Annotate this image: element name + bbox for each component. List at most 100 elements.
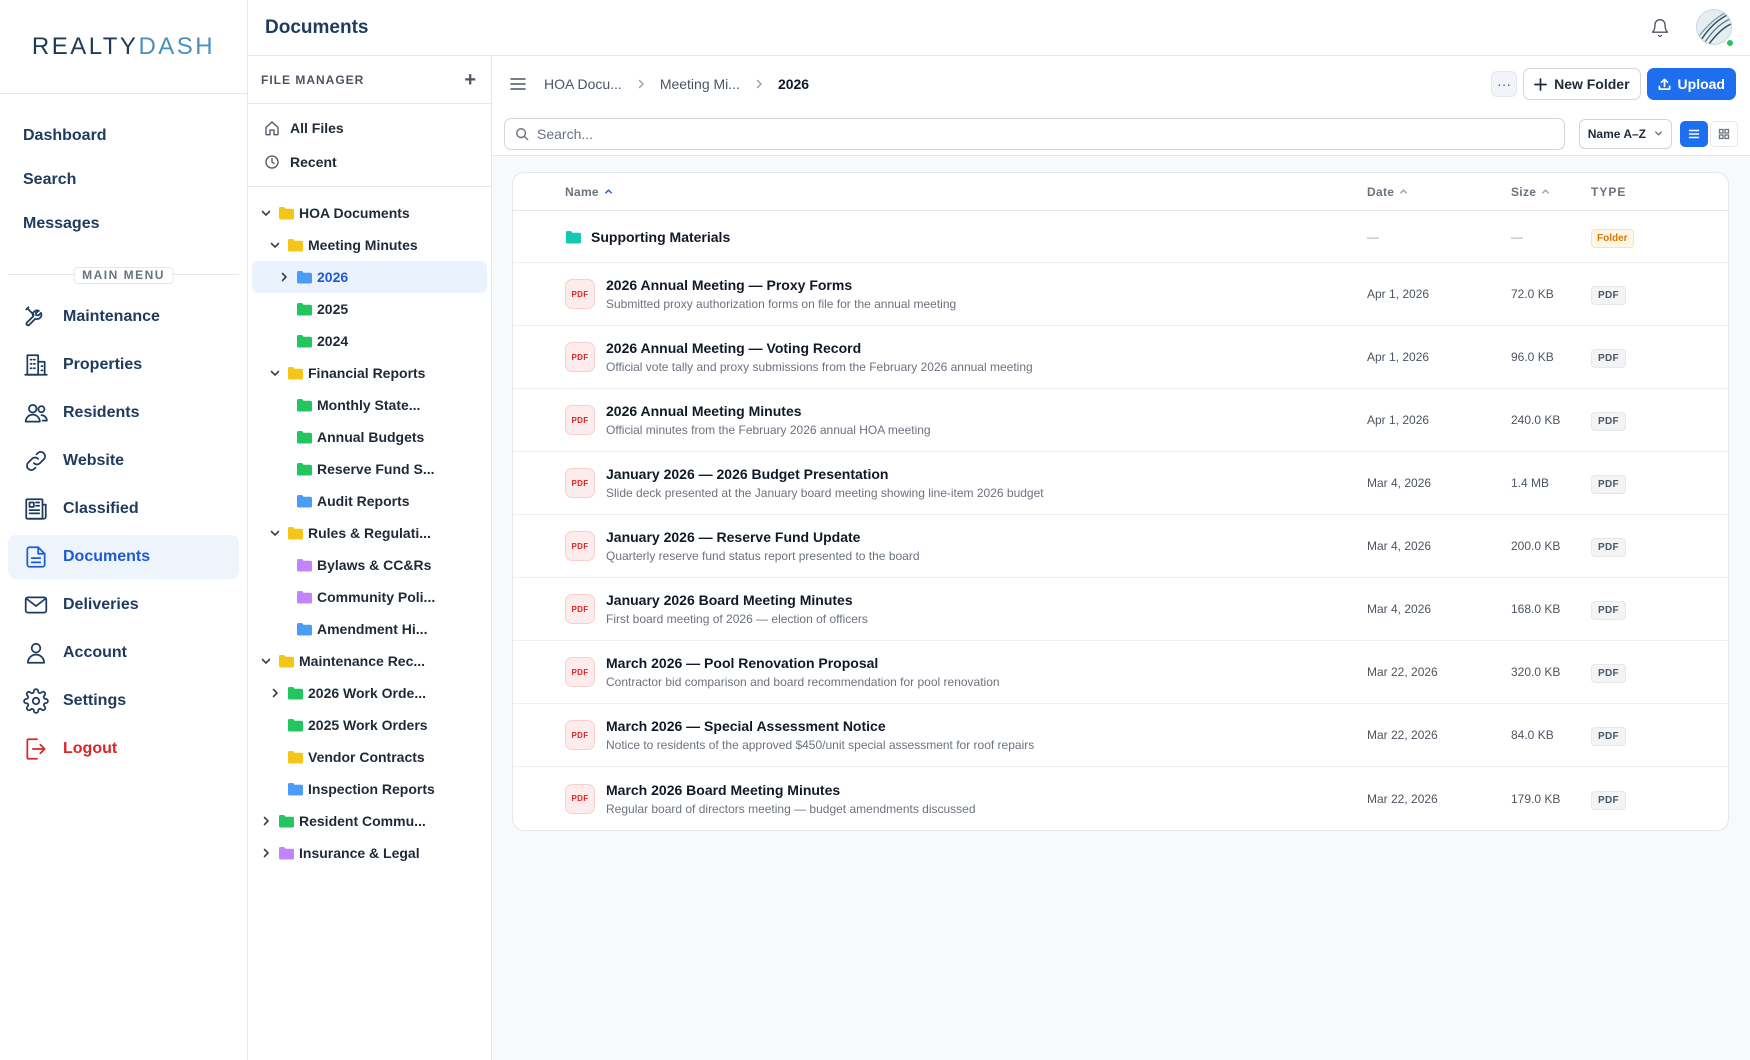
folder-icon bbox=[297, 495, 312, 508]
sort-icon bbox=[1400, 189, 1408, 194]
tree-node[interactable]: Inspection Reports bbox=[252, 773, 487, 805]
tree-node[interactable]: 2026 Work Orde... bbox=[252, 677, 487, 709]
folder-icon bbox=[288, 239, 303, 252]
tree-node-label: 2024 bbox=[317, 333, 349, 349]
file-row[interactable]: PDF January 2026 — Reserve Fund Update Qua… bbox=[513, 515, 1728, 578]
type-badge: PDF bbox=[1591, 286, 1626, 305]
file-row[interactable]: PDF March 2026 — Pool Renovation Proposal… bbox=[513, 641, 1728, 704]
nav-documents[interactable]: Documents bbox=[8, 535, 239, 579]
menu-icon[interactable] bbox=[510, 77, 526, 91]
file-row[interactable]: PDF January 2026 Board Meeting Minutes Fir… bbox=[513, 578, 1728, 641]
file-title: January 2026 — Reserve Fund Update bbox=[606, 529, 861, 545]
chevron-right-icon[interactable] bbox=[274, 267, 294, 287]
chevron-down-icon[interactable] bbox=[256, 203, 276, 223]
tree-node[interactable]: Reserve Fund S... bbox=[252, 453, 487, 485]
file-description: Regular board of directors meeting — bud… bbox=[606, 801, 976, 816]
column-name[interactable]: Name bbox=[565, 185, 1367, 199]
tree-node[interactable]: Bylaws & CC&Rs bbox=[252, 549, 487, 581]
file-description: Official minutes from the February 2026 … bbox=[606, 423, 931, 437]
all-files-link[interactable]: All Files bbox=[254, 111, 485, 145]
tree-node[interactable]: Insurance & Legal bbox=[252, 837, 487, 869]
nav-residents[interactable]: Residents bbox=[8, 391, 239, 435]
row-name: PDF 2026 Annual Meeting Minutes Official m… bbox=[513, 403, 1367, 437]
tree-node[interactable]: Rules & Regulati... bbox=[252, 517, 487, 549]
folder-icon bbox=[297, 303, 312, 316]
add-folder-icon[interactable]: + bbox=[464, 70, 477, 90]
nav-logout[interactable]: Logout bbox=[8, 727, 239, 771]
logo[interactable]: REALTY DASH bbox=[0, 0, 247, 94]
chevron-right-icon[interactable] bbox=[256, 843, 276, 863]
column-size[interactable]: Size bbox=[1511, 185, 1591, 199]
tree-node[interactable]: Meeting Minutes bbox=[252, 229, 487, 261]
tree-node[interactable]: 2026 bbox=[252, 261, 487, 293]
chevron-down-icon[interactable] bbox=[265, 363, 285, 383]
search-input[interactable] bbox=[537, 125, 1564, 142]
tree-node[interactable]: Resident Commu... bbox=[252, 805, 487, 837]
tree-node-label: Vendor Contracts bbox=[308, 749, 425, 765]
grid-view-button[interactable] bbox=[1710, 120, 1738, 147]
tree-node-label: Monthly State... bbox=[317, 397, 421, 413]
folder-row[interactable]: Supporting Materials — — Folder bbox=[513, 211, 1728, 263]
type-badge: PDF bbox=[1591, 790, 1626, 810]
nav-messages[interactable]: Messages bbox=[8, 202, 239, 246]
file-row[interactable]: PDF March 2026 Board Meeting Minutes Regul… bbox=[513, 767, 1728, 830]
file-row[interactable]: PDF 2026 Annual Meeting — Voting Record Of… bbox=[513, 326, 1728, 389]
tree-node[interactable]: Amendment Hi... bbox=[252, 613, 487, 645]
nav-account[interactable]: Account bbox=[8, 631, 239, 675]
chevron-right-icon[interactable] bbox=[256, 811, 276, 831]
file-row[interactable]: PDF March 2026 — Special Assessment Notic… bbox=[513, 704, 1728, 767]
column-date[interactable]: Date bbox=[1367, 185, 1511, 199]
chevron-right-icon[interactable] bbox=[265, 683, 285, 703]
tree-node[interactable]: 2025 bbox=[252, 293, 487, 325]
tree-node[interactable]: Annual Budgets bbox=[252, 421, 487, 453]
tree-node[interactable]: Community Poli... bbox=[252, 581, 487, 613]
type-badge: Folder bbox=[1591, 228, 1634, 248]
chevron-down-icon[interactable] bbox=[265, 235, 285, 255]
nav-label: Documents bbox=[63, 548, 151, 565]
file-row[interactable]: PDF 2026 Annual Meeting Minutes Official m… bbox=[513, 389, 1728, 452]
bell-icon[interactable] bbox=[1650, 18, 1670, 38]
tree-node[interactable]: Financial Reports bbox=[252, 357, 487, 389]
file-row[interactable]: PDF 2026 Annual Meeting — Proxy Forms Subm… bbox=[513, 263, 1728, 326]
nav-search[interactable]: Search bbox=[8, 158, 239, 202]
avatar[interactable] bbox=[1696, 8, 1735, 48]
nav-maintenance[interactable]: Maintenance bbox=[8, 295, 239, 339]
more-options-button[interactable]: ··· bbox=[1491, 71, 1518, 97]
nav-dashboard[interactable]: Dashboard bbox=[8, 114, 239, 158]
nav-classified[interactable]: Classified bbox=[8, 487, 239, 531]
tools-icon bbox=[25, 306, 43, 327]
tree-node[interactable]: 2025 Work Orders bbox=[252, 709, 487, 741]
row-size: 179.0 KB bbox=[1511, 791, 1561, 806]
tree-node[interactable]: Maintenance Rec... bbox=[252, 645, 487, 677]
chevron-down-icon[interactable] bbox=[265, 523, 285, 543]
file-row[interactable]: PDF January 2026 — 2026 Budget Presentati… bbox=[513, 452, 1728, 515]
file-title: 2026 Annual Meeting — Voting Record bbox=[606, 340, 862, 356]
breadcrumb-item[interactable]: HOA Docu... bbox=[542, 76, 624, 92]
tree-node[interactable]: Vendor Contracts bbox=[252, 741, 487, 773]
nav-properties[interactable]: Properties bbox=[8, 343, 239, 387]
new-folder-button[interactable]: New Folder bbox=[1523, 68, 1641, 100]
nav-website[interactable]: Website bbox=[8, 439, 239, 483]
toolbar: HOA Docu... Meeting Mi... 2026 ··· New F… bbox=[492, 56, 1750, 112]
file-text: January 2026 — Reserve Fund Update Quarte… bbox=[606, 529, 920, 563]
tree-node[interactable]: Audit Reports bbox=[252, 485, 487, 517]
nav-settings[interactable]: Settings bbox=[8, 679, 239, 723]
clock-icon bbox=[265, 155, 279, 169]
recent-link[interactable]: Recent bbox=[254, 145, 485, 179]
nav-label: Classified bbox=[63, 500, 139, 517]
tree-node[interactable]: Monthly State... bbox=[252, 389, 487, 421]
row-name: PDF March 2026 — Pool Renovation Proposal… bbox=[513, 655, 1367, 689]
tree-node[interactable]: HOA Documents bbox=[252, 197, 487, 229]
breadcrumb-item[interactable]: Meeting Mi... bbox=[658, 76, 742, 92]
pdf-file-icon: PDF bbox=[565, 279, 595, 309]
chevron-down-icon[interactable] bbox=[256, 651, 276, 671]
tree-node[interactable]: 2024 bbox=[252, 325, 487, 357]
list-view-button[interactable] bbox=[1680, 120, 1708, 147]
upload-button[interactable]: Upload bbox=[1646, 68, 1736, 100]
row-size: 96.0 KB bbox=[1511, 350, 1554, 364]
nav-deliveries[interactable]: Deliveries bbox=[8, 583, 239, 627]
sort-select[interactable]: Name A–Z bbox=[1578, 118, 1672, 149]
upload-icon bbox=[1658, 78, 1670, 90]
pdf-file-icon: PDF bbox=[565, 783, 595, 814]
tree-node-label: HOA Documents bbox=[299, 205, 410, 221]
